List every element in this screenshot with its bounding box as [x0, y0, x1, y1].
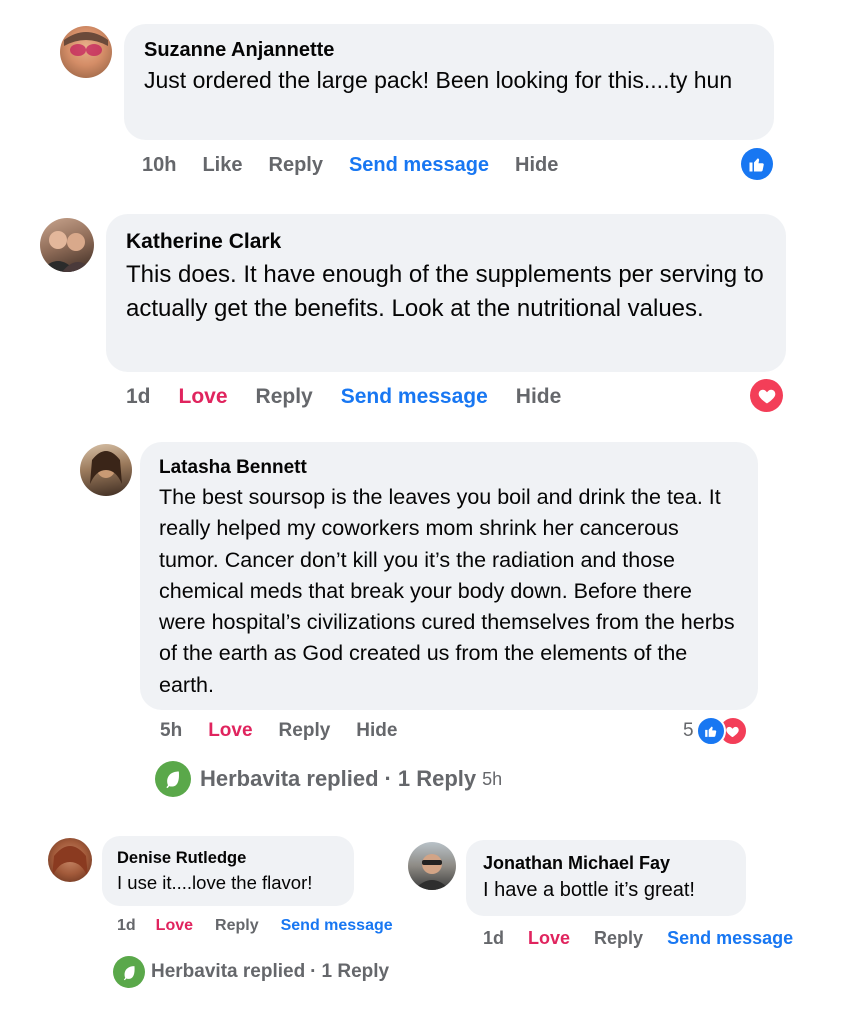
send-message-button[interactable]: Send message [667, 928, 793, 949]
view-replies-link[interactable]: Herbavita replied · 1 Reply [113, 956, 389, 988]
hide-button[interactable]: Hide [356, 720, 397, 742]
leaf-icon [166, 771, 179, 789]
comment-timestamp[interactable]: 1d [126, 385, 151, 409]
replied-count: 1 Reply [321, 961, 390, 982]
avatar[interactable] [80, 444, 132, 496]
reaction-count: 5 [683, 720, 694, 741]
comment-text: I have a bottle it’s great! [483, 879, 695, 901]
replied-time: 5h [482, 768, 503, 789]
comment-text: Just ordered the large pack! Been lookin… [144, 67, 733, 93]
comment-actions: 10h Like Reply Send message Hide [142, 154, 558, 177]
herbavita-avatar [155, 761, 191, 797]
love-button[interactable]: Love [156, 917, 193, 935]
reply-button[interactable]: Reply [594, 928, 643, 949]
replied-name: Herbavita replied [151, 961, 306, 982]
leaf-icon [123, 965, 135, 980]
hide-button[interactable]: Hide [516, 385, 562, 409]
comment-timestamp[interactable]: 1d [483, 928, 504, 949]
like-icon [695, 716, 726, 746]
comment-author[interactable]: Katherine Clark [126, 230, 766, 254]
comment-timestamp[interactable]: 5h [160, 720, 182, 742]
send-message-button[interactable]: Send message [341, 385, 488, 409]
comment-author[interactable]: Latasha Bennett [159, 456, 739, 480]
comment-bubble: Katherine Clark This does. It have enoug… [106, 214, 786, 372]
love-button[interactable]: Love [208, 720, 252, 742]
comment-text: I use it....love the flavor! [117, 872, 313, 893]
comment-timestamp[interactable]: 10h [142, 154, 176, 177]
comment-timestamp[interactable]: 1d [117, 917, 136, 935]
avatar[interactable] [408, 842, 456, 890]
comment-bubble: Latasha Bennett The best soursop is the … [140, 442, 758, 710]
comment-text: This does. It have enough of the supplem… [126, 261, 764, 322]
comment-actions: 1d Love Reply Send message [483, 928, 793, 949]
send-message-button[interactable]: Send message [281, 917, 393, 935]
comment-author[interactable]: Suzanne Anjannette [144, 38, 754, 62]
comment-actions: 1d Love Reply Send message [117, 917, 393, 935]
love-icon[interactable] [750, 379, 783, 412]
comment-bubble: Denise Rutledge I use it....love the fla… [102, 836, 354, 906]
comment-bubble: Suzanne Anjannette Just ordered the larg… [124, 24, 774, 140]
send-message-button[interactable]: Send message [349, 154, 489, 177]
love-button[interactable]: Love [179, 385, 228, 409]
reply-button[interactable]: Reply [215, 917, 259, 935]
comment-actions: 5h Love Reply Hide [160, 720, 397, 742]
reply-button[interactable]: Reply [279, 720, 331, 742]
reaction-summary[interactable]: 5 [683, 716, 748, 746]
comment-bubble: Jonathan Michael Fay I have a bottle it’… [466, 840, 746, 916]
replied-count: 1 Reply [397, 766, 477, 791]
view-replies-link[interactable]: Herbavita replied · 1 Reply 5h [155, 761, 502, 797]
like-button[interactable]: Like [202, 154, 242, 177]
hide-button[interactable]: Hide [515, 154, 558, 177]
comment-text: The best soursop is the leaves you boil … [159, 485, 735, 697]
avatar[interactable] [40, 218, 94, 272]
comment-author[interactable]: Denise Rutledge [117, 848, 339, 868]
avatar[interactable] [60, 26, 112, 78]
avatar[interactable] [48, 838, 92, 882]
love-button[interactable]: Love [528, 928, 570, 949]
like-icon[interactable] [741, 148, 773, 180]
replied-name: Herbavita replied [200, 766, 379, 791]
comment-actions: 1d Love Reply Send message Hide [126, 385, 561, 409]
comment-author[interactable]: Jonathan Michael Fay [483, 852, 729, 874]
reply-button[interactable]: Reply [269, 154, 323, 177]
herbavita-avatar [113, 956, 145, 988]
reply-button[interactable]: Reply [256, 385, 313, 409]
replied-separator: · [310, 961, 317, 982]
replied-separator: · [384, 766, 392, 791]
